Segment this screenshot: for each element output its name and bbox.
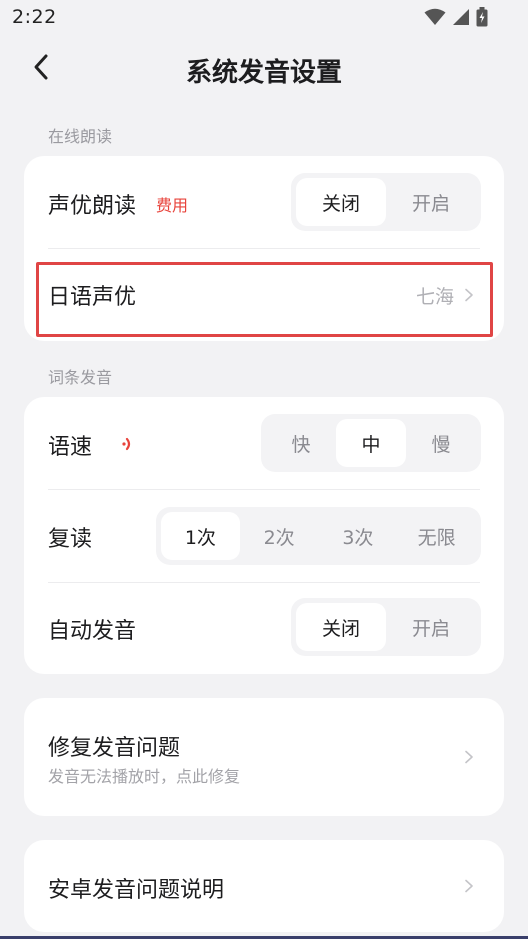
option-once[interactable]: 1次 <box>161 512 240 560</box>
option-unlimited[interactable]: 无限 <box>397 512 476 560</box>
chevron-right-icon <box>465 879 473 893</box>
repeat-label: 复读 <box>48 527 93 552</box>
row-speed: 语速 快 中 慢 <box>24 397 504 489</box>
voice-actor-reading-label: 声优朗读 <box>48 194 137 219</box>
android-help-title: 安卓发音问题说明 <box>48 878 225 903</box>
row-voice-actor-reading: 声优朗读 费用 关闭 开启 <box>24 156 504 248</box>
option-fast[interactable]: 快 <box>266 419 336 467</box>
option-medium[interactable]: 中 <box>336 419 406 467</box>
speed-selector: 快 中 慢 <box>261 414 481 472</box>
option-off[interactable]: 关闭 <box>296 603 386 651</box>
option-on[interactable]: 开启 <box>386 178 476 226</box>
option-twice[interactable]: 2次 <box>240 512 319 560</box>
status-bar: 2:22 <box>0 0 528 34</box>
speed-label: 语速 <box>48 435 93 460</box>
header: 系统发音设置 <box>0 38 528 98</box>
status-time: 2:22 <box>12 6 57 28</box>
screen: 2:22 系统发音设置 在线朗读 声优朗读 费用 关闭 开启 日语声优 七海 词… <box>0 0 528 939</box>
chevron-right-icon <box>465 750 473 764</box>
option-three-times[interactable]: 3次 <box>319 512 398 560</box>
fix-pronunciation-subtitle: 发音无法播放时，点此修复 <box>48 767 241 786</box>
row-auto-play: 自动发音 关闭 开启 <box>24 583 504 674</box>
sound-wave-icon[interactable] <box>122 433 134 455</box>
highlight-box <box>36 262 493 337</box>
status-icons <box>424 7 488 27</box>
card-word-pronunciation: 语速 快 中 慢 复读 1次 2次 3次 无限 自动发音 关闭 开启 <box>24 397 504 674</box>
wifi-icon <box>424 8 446 25</box>
section-label-online-reading: 在线朗读 <box>48 127 113 146</box>
fee-badge[interactable]: 费用 <box>156 192 188 216</box>
section-label-word-pronunciation: 词条发音 <box>48 368 113 387</box>
auto-play-label: 自动发音 <box>48 619 137 644</box>
fix-pronunciation-title: 修复发音问题 <box>48 736 181 761</box>
voice-actor-reading-toggle: 关闭 开启 <box>291 173 481 231</box>
android-help-card[interactable]: 安卓发音问题说明 <box>24 840 504 932</box>
signal-icon <box>453 9 469 25</box>
fix-pronunciation-card[interactable]: 修复发音问题 发音无法播放时，点此修复 <box>24 698 504 816</box>
option-slow[interactable]: 慢 <box>406 419 476 467</box>
page-title: 系统发音设置 <box>185 58 342 88</box>
option-on[interactable]: 开启 <box>386 603 476 651</box>
auto-play-toggle: 关闭 开启 <box>291 598 481 656</box>
row-repeat: 复读 1次 2次 3次 无限 <box>24 490 504 582</box>
repeat-selector: 1次 2次 3次 无限 <box>156 507 481 565</box>
battery-charging-icon <box>476 7 488 27</box>
option-off[interactable]: 关闭 <box>296 178 386 226</box>
